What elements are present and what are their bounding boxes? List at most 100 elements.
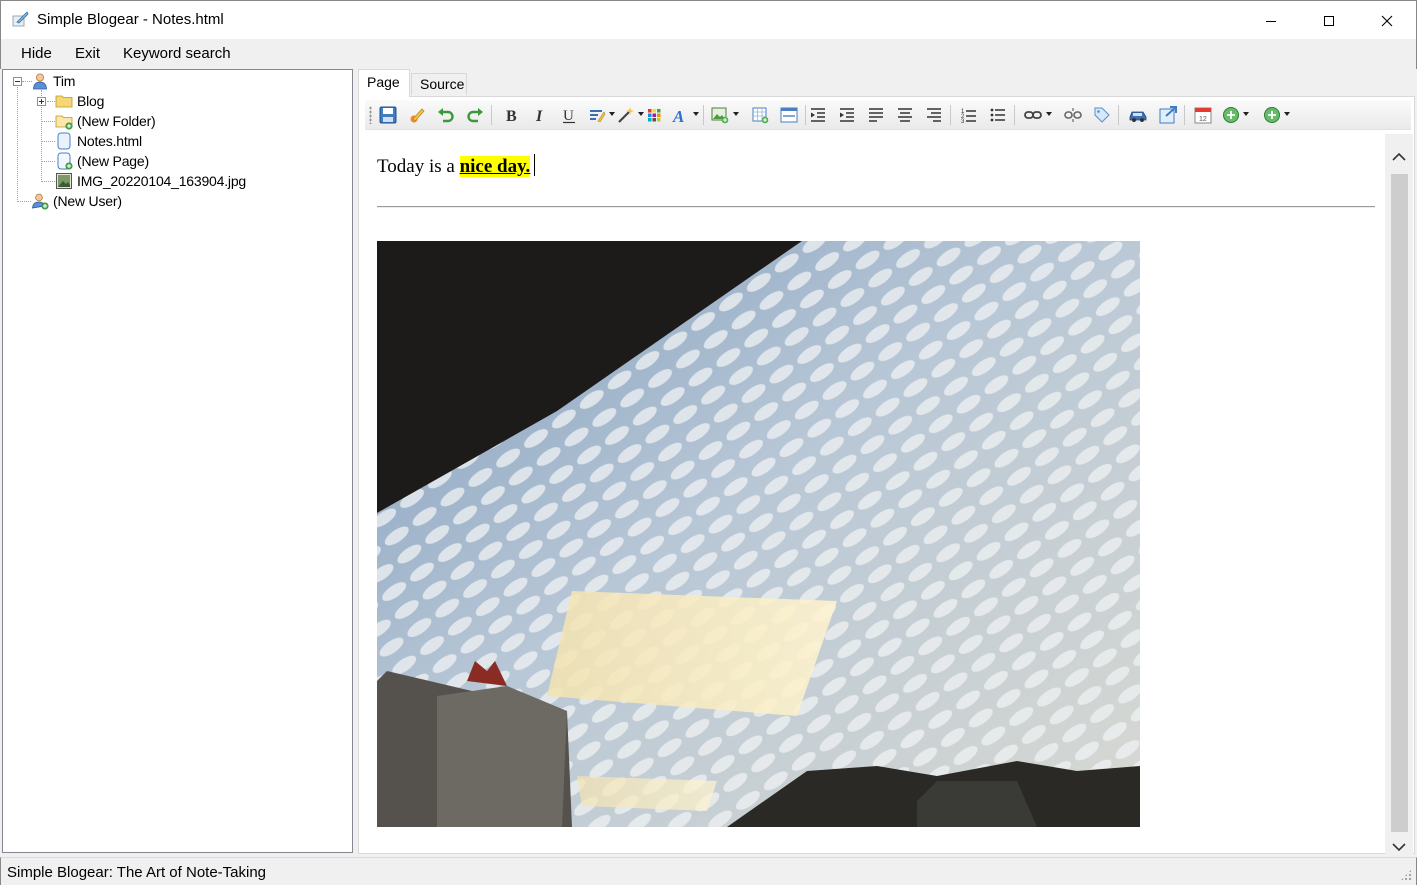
title-bar: Simple Blogear - Notes.html — [0, 0, 1417, 39]
chevron-down-icon — [1392, 843, 1406, 852]
toolbar-separator — [1014, 105, 1015, 125]
insert-image-dropdown[interactable] — [733, 112, 739, 116]
new-folder-icon — [55, 112, 73, 130]
toolbar-separator — [491, 105, 492, 125]
horizontal-rule-icon[interactable] — [779, 105, 799, 125]
toolbar-grip[interactable] — [369, 106, 372, 124]
svg-text:12: 12 — [1199, 116, 1207, 123]
highlighted-text: nice day. — [459, 156, 531, 177]
tree-item-notes-html[interactable]: Notes.html — [55, 131, 142, 151]
edit-icon[interactable] — [407, 105, 427, 125]
publish-icon[interactable] — [1158, 105, 1178, 125]
tree-label: Notes.html — [77, 133, 142, 149]
maximize-icon — [1324, 15, 1334, 26]
unlink-icon[interactable] — [1063, 105, 1083, 125]
menu-keyword-search[interactable]: Keyword search — [123, 45, 231, 62]
inserted-photo[interactable] — [377, 241, 1140, 827]
document-editor[interactable]: Today is a nice day. — [361, 134, 1384, 851]
status-bar: Simple Blogear: The Art of Note-Taking — [0, 857, 1417, 885]
italic-icon[interactable]: I — [530, 105, 550, 125]
paragraph-text: Today is a — [377, 156, 460, 177]
status-text: Simple Blogear: The Art of Note-Taking — [7, 864, 267, 881]
bold-icon[interactable]: B — [501, 105, 521, 125]
image-file-icon — [55, 172, 73, 190]
tree-item-blog[interactable]: Blog — [55, 91, 104, 111]
menu-exit[interactable]: Exit — [75, 45, 100, 62]
chevron-up-icon — [1392, 152, 1406, 161]
collapse-toggle[interactable] — [13, 77, 22, 86]
menu-hide[interactable]: Hide — [21, 45, 52, 62]
expand-toggle[interactable] — [37, 97, 46, 106]
underline-icon[interactable]: U — [559, 105, 579, 125]
vertical-scrollbar[interactable] — [1385, 134, 1413, 854]
car-icon[interactable] — [1128, 105, 1148, 125]
insert-table-icon[interactable] — [750, 105, 770, 125]
new-page-icon — [55, 152, 73, 170]
toolbar-separator — [1118, 105, 1119, 125]
indent-icon[interactable] — [837, 105, 857, 125]
tree-label: (New Folder) — [77, 113, 156, 129]
svg-text:U: U — [563, 108, 574, 124]
minimize-button[interactable] — [1242, 1, 1300, 40]
tree-label: IMG_20220104_163904.jpg — [77, 173, 246, 189]
tag-icon[interactable] — [1092, 105, 1112, 125]
user-icon — [31, 72, 49, 90]
align-right-icon[interactable] — [924, 105, 944, 125]
toolbar-separator — [1184, 105, 1185, 125]
save-icon[interactable] — [378, 105, 398, 125]
scroll-up-button[interactable] — [1385, 144, 1413, 170]
tree-item-new-folder[interactable]: (New Folder) — [55, 111, 156, 131]
window-title: Simple Blogear - Notes.html — [37, 11, 224, 28]
navigation-tree[interactable]: Tim Blog (New Folder) Notes.html (New Pa… — [2, 69, 353, 853]
editor-area: Page Source B I U A 1 2 3 12 Today is a … — [356, 69, 1415, 854]
color-grid-icon[interactable] — [644, 105, 664, 125]
scrollbar-thumb[interactable] — [1391, 174, 1408, 832]
tab-page[interactable]: Page — [358, 69, 410, 97]
insert-image-icon[interactable] — [710, 105, 730, 125]
horizontal-rule — [377, 206, 1375, 208]
add-circle-icon[interactable] — [1221, 105, 1241, 125]
font-color-dropdown[interactable] — [693, 112, 699, 116]
tree-item-image-file[interactable]: IMG_20220104_163904.jpg — [55, 171, 246, 191]
undo-icon[interactable] — [436, 105, 456, 125]
tree-item-new-user[interactable]: (New User) — [31, 191, 122, 211]
link-dropdown[interactable] — [1046, 112, 1052, 116]
tree-item-new-page[interactable]: (New Page) — [55, 151, 149, 171]
tree-label: Tim — [53, 73, 76, 89]
bullet-list-icon[interactable] — [988, 105, 1008, 125]
app-quill-icon — [12, 10, 30, 28]
link-icon[interactable] — [1023, 105, 1043, 125]
align-left-icon[interactable] — [866, 105, 886, 125]
folder-icon — [55, 92, 73, 110]
resize-grip[interactable] — [1400, 869, 1412, 881]
close-button[interactable] — [1358, 1, 1416, 40]
svg-text:I: I — [535, 108, 543, 124]
add-dropdown[interactable] — [1243, 112, 1249, 116]
align-center-icon[interactable] — [895, 105, 915, 125]
highlight-dropdown[interactable] — [609, 112, 615, 116]
formatting-toolbar: B I U A 1 2 3 12 — [365, 100, 1411, 130]
add-dropdown[interactable] — [1284, 112, 1290, 116]
close-icon — [1381, 15, 1393, 26]
svg-text:3: 3 — [961, 119, 965, 124]
menu-bar: Hide Exit Keyword search — [0, 39, 1417, 69]
toolbar-separator — [703, 105, 704, 125]
highlight-icon[interactable] — [587, 105, 607, 125]
tree-label: (New User) — [53, 193, 122, 209]
svg-text:A: A — [672, 107, 684, 124]
outdent-icon[interactable] — [808, 105, 828, 125]
numbered-list-icon[interactable]: 123 — [959, 105, 979, 125]
svg-text:B: B — [506, 108, 517, 124]
document-paragraph[interactable]: Today is a nice day. — [377, 154, 536, 178]
tree-label: Blog — [77, 93, 105, 109]
add-circle-icon[interactable] — [1262, 105, 1282, 125]
tab-source[interactable]: Source — [411, 73, 467, 95]
magic-wand-icon[interactable] — [616, 105, 636, 125]
tree-item-user-tim[interactable]: Tim — [31, 71, 75, 91]
font-color-icon[interactable]: A — [670, 105, 690, 125]
calendar-icon[interactable]: 12 — [1193, 105, 1213, 125]
toolbar-separator — [950, 105, 951, 125]
redo-icon[interactable] — [465, 105, 485, 125]
minimize-icon — [1266, 20, 1276, 22]
maximize-button[interactable] — [1300, 1, 1358, 40]
